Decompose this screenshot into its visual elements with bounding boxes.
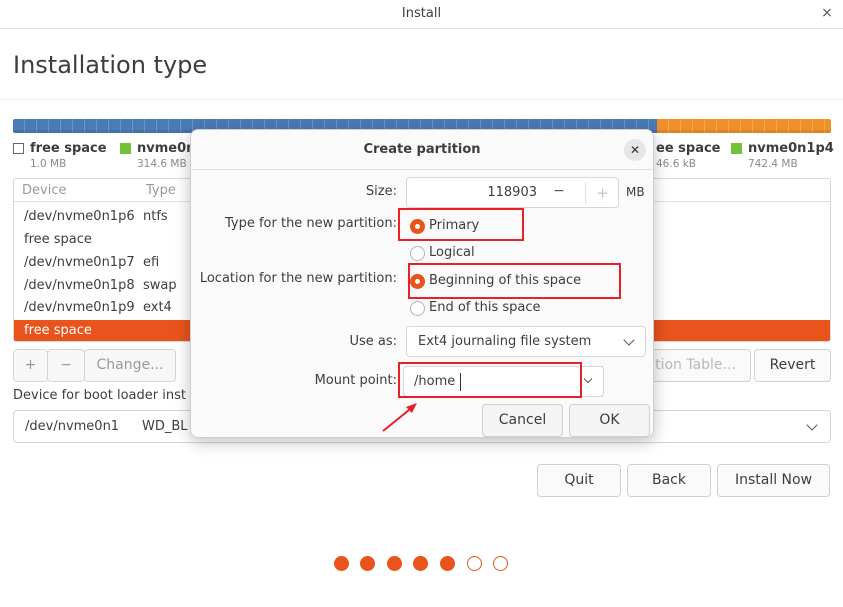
type-label: Type for the new partition: — [224, 216, 397, 231]
remove-partition-button[interactable]: − — [47, 349, 85, 382]
end-radio[interactable] — [410, 301, 425, 316]
row-type: efi — [143, 255, 160, 270]
install-now-button[interactable]: Install Now — [717, 464, 830, 497]
size-increment-button[interactable]: + — [585, 182, 619, 204]
row-device: /dev/nvme0n1p6 — [24, 209, 135, 224]
size-decrement-button[interactable]: − — [553, 183, 565, 199]
quit-button[interactable]: Quit — [537, 464, 621, 497]
use-as-value: Ext4 journaling file system — [418, 334, 592, 349]
row-device: /dev/nvme0n1p7 — [24, 255, 135, 270]
title-bar: Install × — [0, 0, 843, 29]
annotation-box-beginning — [408, 263, 621, 299]
column-type[interactable]: Type — [146, 183, 176, 198]
progress-dot-complete — [334, 556, 349, 571]
logical-label[interactable]: Logical — [429, 245, 475, 260]
column-device[interactable]: Device — [22, 183, 66, 198]
use-as-label: Use as: — [349, 334, 397, 349]
progress-dot-complete — [360, 556, 375, 571]
legend-name: free space — [30, 141, 107, 156]
chevron-down-icon — [806, 419, 818, 431]
size-value[interactable]: 118903 — [407, 185, 537, 200]
row-device: free space — [24, 323, 92, 338]
legend-size: 46.6 kB — [656, 158, 697, 170]
location-label: Location for the new partition: — [199, 271, 397, 286]
dialog-title: Create partition — [363, 142, 481, 157]
ok-button[interactable]: OK — [569, 404, 650, 437]
legend-name: nvme0n1p4 — [748, 141, 834, 156]
progress-dot-pending — [493, 556, 508, 571]
add-partition-button[interactable]: + — [13, 349, 48, 382]
legend-name: nvme0n — [137, 141, 196, 156]
legend-swatch — [13, 143, 24, 154]
mount-point-label: Mount point: — [314, 373, 397, 388]
annotation-box-primary — [398, 208, 524, 241]
annotation-box-mount-point — [398, 362, 582, 398]
legend-swatch — [120, 143, 131, 154]
legend-swatch — [731, 143, 742, 154]
boot-loader-label: Device for boot loader inst — [13, 388, 186, 403]
logical-radio[interactable] — [410, 246, 425, 261]
page-title: Installation type — [13, 51, 208, 79]
row-device: /dev/nvme0n1p9 — [24, 300, 135, 315]
new-partition-table-button[interactable]: tion Table... — [640, 349, 751, 382]
progress-dot-complete — [387, 556, 402, 571]
window-close-icon[interactable]: × — [817, 3, 837, 23]
legend-size: 314.6 MB — [137, 158, 187, 170]
row-type: ext4 — [143, 300, 172, 315]
dialog-close-icon[interactable]: ✕ — [624, 139, 646, 161]
change-partition-button[interactable]: Change... — [84, 349, 176, 382]
cancel-button[interactable]: Cancel — [482, 404, 563, 437]
legend-size: 1.0 MB — [30, 158, 67, 170]
progress-dot-pending — [467, 556, 482, 571]
back-button[interactable]: Back — [627, 464, 711, 497]
row-type: ntfs — [143, 209, 168, 224]
boot-device-model: WD_BL — [142, 419, 188, 434]
chevron-down-icon — [623, 334, 635, 346]
size-label: Size: — [365, 184, 397, 199]
window-title: Install — [401, 6, 442, 21]
size-unit: MB — [626, 185, 645, 199]
use-as-select[interactable]: Ext4 journaling file system — [406, 326, 646, 357]
legend-size: 742.4 MB — [748, 158, 798, 170]
dialog-header: Create partition ✕ — [191, 130, 653, 170]
row-device: /dev/nvme0n1p8 — [24, 278, 135, 293]
revert-button[interactable]: Revert — [754, 349, 831, 382]
row-type: swap — [143, 278, 177, 293]
progress-dot-complete — [440, 556, 455, 571]
partition-bar-free — [657, 119, 831, 133]
row-device: free space — [24, 232, 92, 247]
legend-name: ee space — [656, 141, 721, 156]
size-spinbox[interactable]: 118903 − + — [406, 177, 619, 208]
end-label[interactable]: End of this space — [429, 300, 541, 315]
chevron-down-icon — [583, 374, 593, 384]
annotation-arrow-icon — [382, 403, 417, 432]
boot-device: /dev/nvme0n1 — [25, 419, 120, 434]
title-divider — [0, 99, 843, 100]
progress-dot-complete — [413, 556, 428, 571]
